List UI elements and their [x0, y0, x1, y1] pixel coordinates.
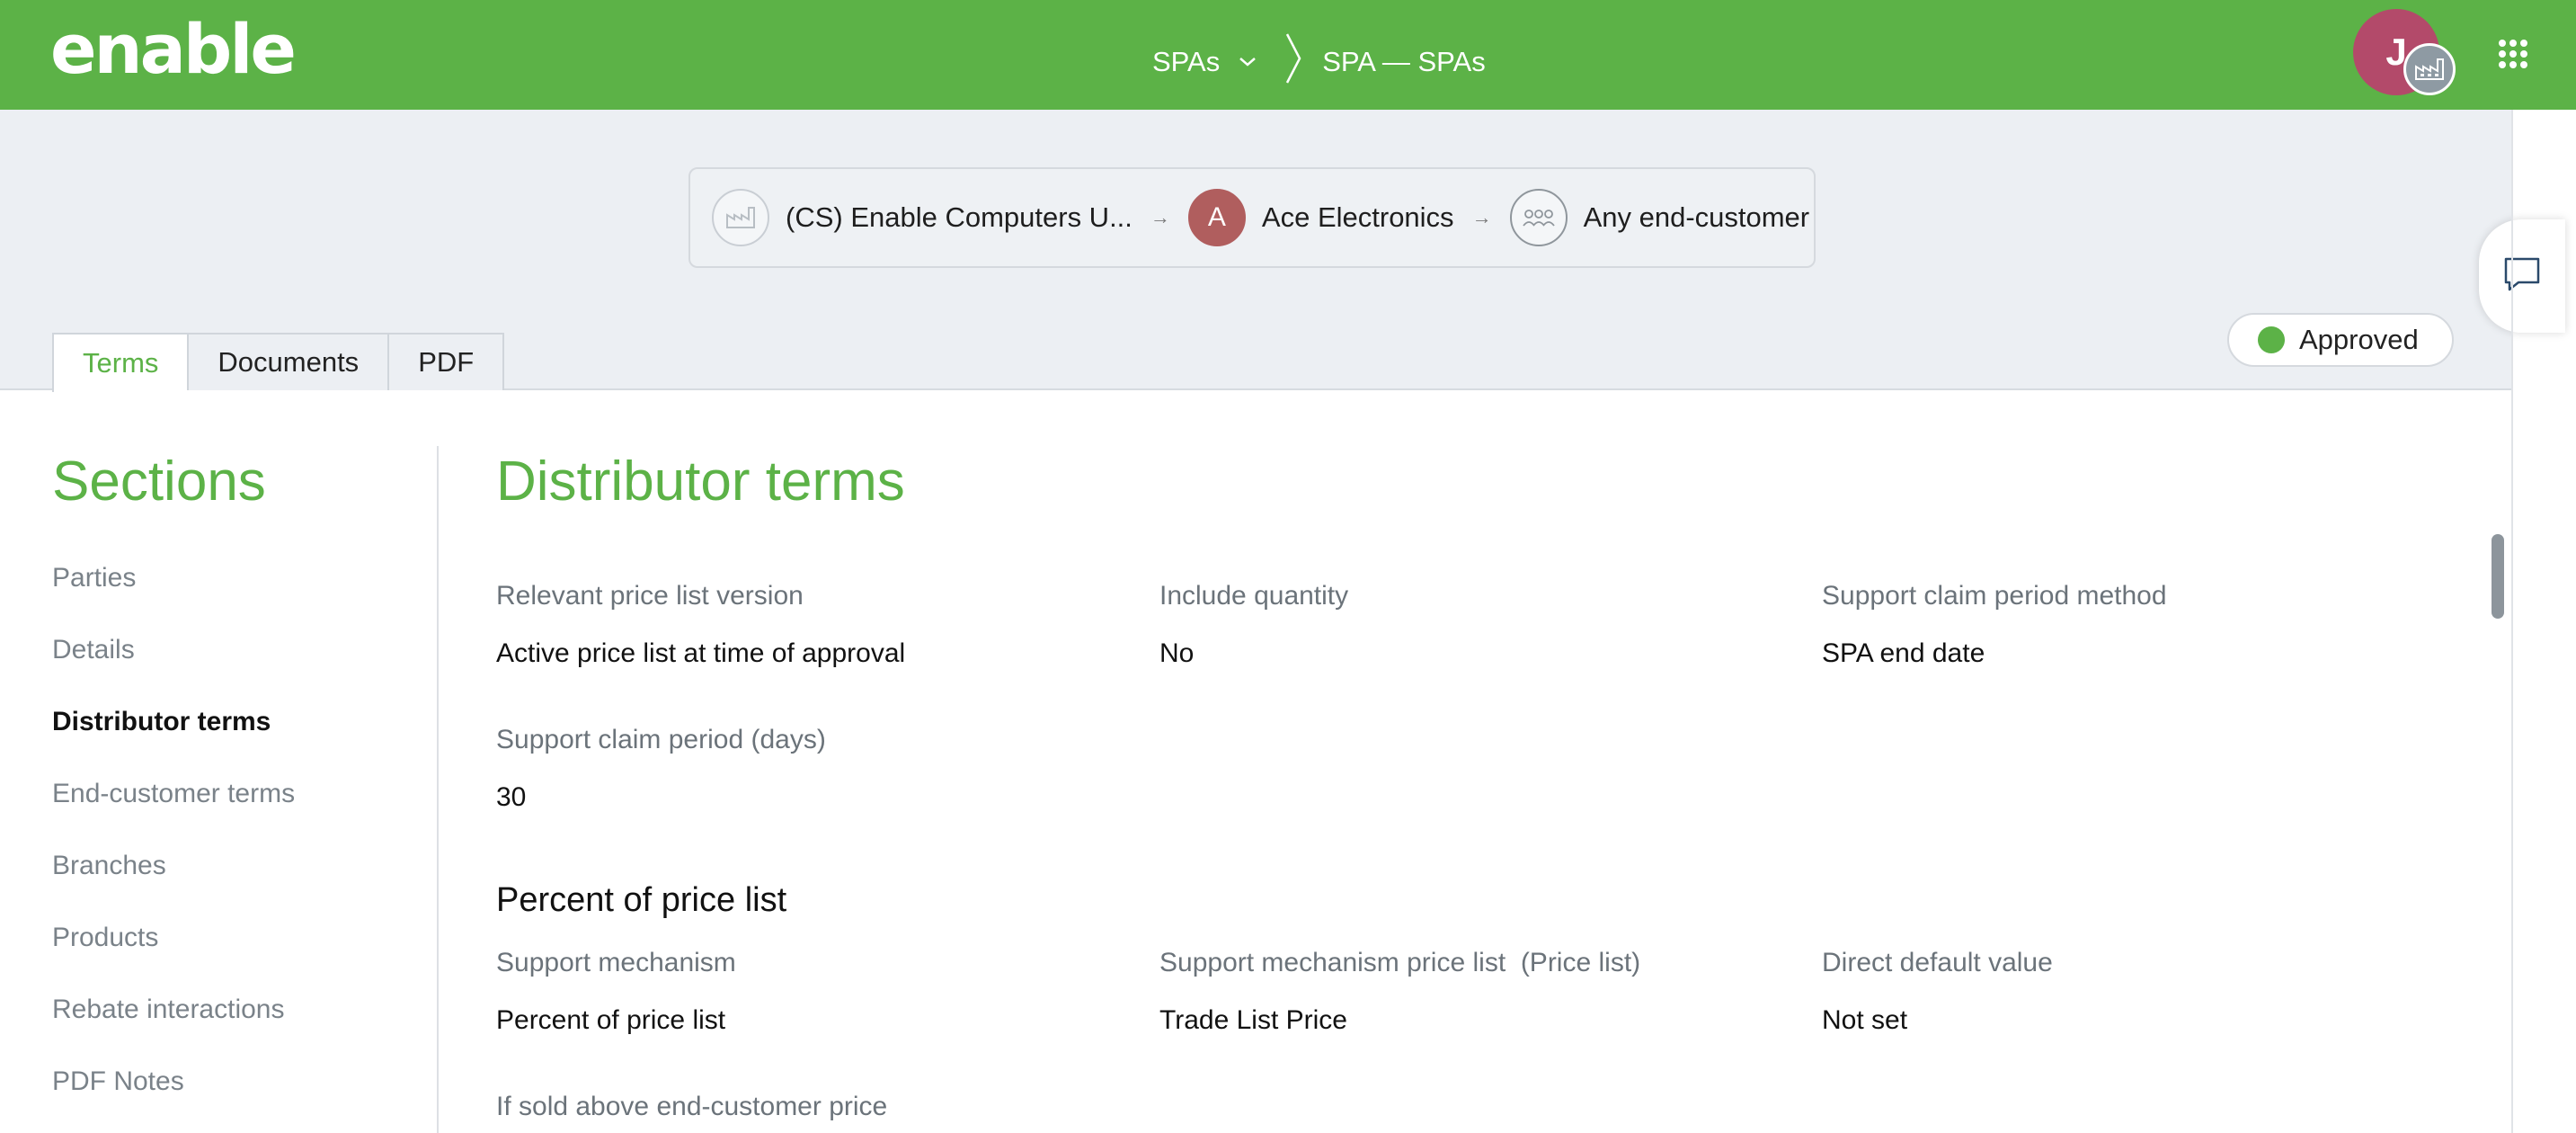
field-label-direct-default-value: Direct default value	[1822, 948, 2053, 977]
arrow-right-icon: →	[1150, 206, 1170, 228]
enable-logo[interactable]: enable	[50, 9, 297, 89]
company-icon	[2403, 43, 2456, 95]
people-icon	[1509, 189, 1568, 246]
field-value-mechanism-price-list: Trade List Price	[1159, 1005, 1347, 1035]
reseller-avatar: A	[1187, 189, 1246, 246]
field-label-include-quantity: Include quantity	[1159, 581, 1349, 611]
top-bar: enable SPAs SPA — SPAs J	[0, 0, 2576, 110]
arrow-right-icon: →	[1471, 206, 1492, 228]
reseller-name[interactable]: Ace Electronics	[1262, 201, 1454, 234]
page-title: Distributor terms	[496, 451, 905, 513]
status-dot-icon	[2258, 326, 2285, 353]
field-label-support-mechanism: Support mechanism	[496, 948, 736, 977]
field-value-support-mechanism: Percent of price list	[496, 1005, 726, 1035]
field-value-direct-default-value: Not set	[1822, 1005, 1908, 1035]
status-badge: Approved	[2227, 313, 2454, 367]
tab-documents[interactable]: Documents	[187, 333, 388, 390]
chat-bubble-icon	[2502, 255, 2542, 298]
status-label: Approved	[2299, 324, 2419, 355]
scrollbar-track[interactable]	[2511, 110, 2513, 1133]
field-label-claim-period-days: Support claim period (days)	[496, 725, 826, 754]
nav-item-rebate-interactions[interactable]: Rebate interactions	[52, 995, 295, 1066]
apps-grid-icon[interactable]	[2499, 40, 2527, 68]
tab-terms[interactable]: Terms	[52, 333, 188, 392]
breadcrumb-spas[interactable]: SPAs	[1152, 46, 1220, 78]
field-value-include-quantity: No	[1159, 638, 1195, 668]
end-customer-name[interactable]: Any end-customer	[1584, 201, 1810, 234]
subsection-title: Percent of price list	[496, 881, 787, 919]
distributor-name[interactable]: (CS) Enable Computers U...	[786, 201, 1133, 234]
field-value-claim-period-days: 30	[496, 782, 527, 812]
breadcrumb: SPAs SPA — SPAs	[1152, 32, 1486, 92]
spa-header-band: (CS) Enable Computers U... → A Ace Elect…	[0, 110, 2513, 392]
nav-item-branches[interactable]: Branches	[52, 851, 295, 923]
parties-chain: (CS) Enable Computers U... → A Ace Elect…	[688, 167, 1816, 268]
nav-item-end-customer-terms[interactable]: End-customer terms	[52, 779, 295, 851]
nav-item-details[interactable]: Details	[52, 635, 295, 707]
field-value-claim-period-method: SPA end date	[1822, 638, 1985, 668]
field-label-price-list-version: Relevant price list version	[496, 581, 804, 611]
field-value-price-list-version: Active price list at time of approval	[496, 638, 906, 668]
nav-item-distributor-terms[interactable]: Distributor terms	[52, 707, 295, 779]
field-label-mechanism-price-list: Support mechanism price list (Price list…	[1159, 948, 1641, 977]
nav-item-products[interactable]: Products	[52, 923, 295, 995]
scrollbar-thumb[interactable]	[2492, 534, 2504, 619]
tab-bar: Terms Documents PDF	[52, 333, 505, 392]
nav-item-parties[interactable]: Parties	[52, 563, 295, 635]
factory-icon	[712, 189, 769, 246]
sections-title: Sections	[52, 451, 266, 513]
chat-button[interactable]	[2479, 219, 2565, 333]
breadcrumb-current: SPA — SPAs	[1322, 46, 1486, 77]
chevron-down-icon[interactable]	[1238, 49, 1257, 75]
nav-item-pdf-notes[interactable]: PDF Notes	[52, 1066, 295, 1133]
field-label-sold-above-price: If sold above end-customer price	[496, 1092, 888, 1121]
tab-pdf[interactable]: PDF	[387, 333, 505, 390]
sidebar-divider	[437, 446, 439, 1133]
field-label-claim-period-method: Support claim period method	[1822, 581, 2167, 611]
breadcrumb-separator-icon	[1284, 32, 1302, 92]
sections-nav: Parties Details Distributor terms End-cu…	[52, 563, 295, 1133]
